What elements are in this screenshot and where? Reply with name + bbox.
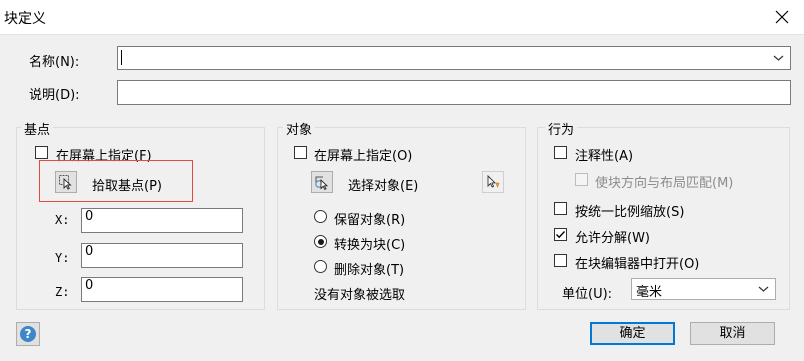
base-point-title: 基点 [21, 119, 54, 138]
help-button[interactable]: ? [16, 322, 40, 346]
open-in-editor-checkbox[interactable] [554, 254, 567, 267]
objects-specify-checkbox[interactable] [294, 146, 307, 159]
annotative-checkbox[interactable] [554, 146, 567, 159]
text-caret [121, 50, 122, 65]
open-in-editor-label: 在块编辑器中打开(O) [575, 257, 700, 272]
quick-select-button[interactable] [482, 171, 504, 193]
convert-radio[interactable] [314, 235, 327, 248]
allow-exploding-label: 允许分解(W) [575, 231, 650, 246]
radio-selected-dot [317, 238, 324, 245]
convert-label: 转换为块(C) [334, 238, 406, 253]
name-combobox[interactable] [117, 46, 791, 70]
pick-point-button[interactable] [55, 171, 77, 193]
pick-point-icon [59, 175, 72, 190]
selection-status: 没有对象被选取 [314, 288, 406, 303]
description-value [118, 79, 124, 98]
allow-exploding-checkbox[interactable] [554, 228, 567, 241]
match-orientation-label: 使块方向与布局匹配(M) [595, 176, 734, 191]
behavior-title: 行为 [545, 119, 578, 138]
x-input[interactable]: 0 [81, 208, 243, 233]
pick-point-label: 拾取基点(P) [92, 179, 162, 194]
help-icon: ? [20, 326, 36, 342]
retain-label: 保留对象(R) [334, 213, 406, 228]
chevron-down-icon[interactable] [773, 54, 784, 62]
description-label: 说明(D): [29, 88, 80, 103]
delete-label: 删除对象(T) [334, 263, 405, 278]
description-input[interactable] [117, 80, 791, 105]
dialog-title: 块定义 [4, 11, 46, 27]
chevron-down-icon [758, 286, 769, 292]
x-value: 0 [85, 209, 94, 224]
retain-radio[interactable] [314, 210, 327, 223]
scale-uniformly-checkbox[interactable] [554, 202, 567, 215]
delete-radio[interactable] [314, 260, 327, 273]
match-orientation-checkbox [575, 173, 588, 186]
unit-value: 毫米 [636, 285, 663, 300]
title-bar: 块定义 [0, 0, 804, 35]
z-label: Z: [55, 285, 70, 299]
select-objects-button[interactable] [311, 171, 333, 193]
select-objects-icon [315, 176, 329, 190]
quick-select-icon [487, 174, 500, 188]
z-input[interactable]: 0 [81, 277, 243, 302]
unit-dropdown[interactable]: 毫米 [631, 278, 776, 300]
close-button[interactable] [760, 0, 804, 34]
cancel-button[interactable]: 取消 [690, 322, 775, 345]
scale-uniformly-label: 按统一比例缩放(S) [575, 205, 685, 220]
z-value: 0 [85, 278, 94, 293]
y-input[interactable]: 0 [81, 243, 243, 268]
ok-button[interactable]: 确定 [590, 322, 675, 345]
annotative-label: 注释性(A) [575, 149, 634, 164]
name-label: 名称(N): [29, 55, 80, 70]
y-label: Y: [55, 251, 70, 265]
select-objects-label: 选择对象(E) [348, 179, 419, 194]
y-value: 0 [85, 244, 94, 259]
objects-title: 对象 [283, 119, 316, 138]
close-icon [775, 10, 789, 24]
checkmark-icon [556, 231, 566, 239]
x-label: X: [55, 213, 70, 227]
unit-label: 单位(U): [562, 287, 613, 302]
base-specify-checkbox[interactable] [35, 146, 48, 159]
objects-specify-label: 在屏幕上指定(O) [314, 149, 413, 164]
